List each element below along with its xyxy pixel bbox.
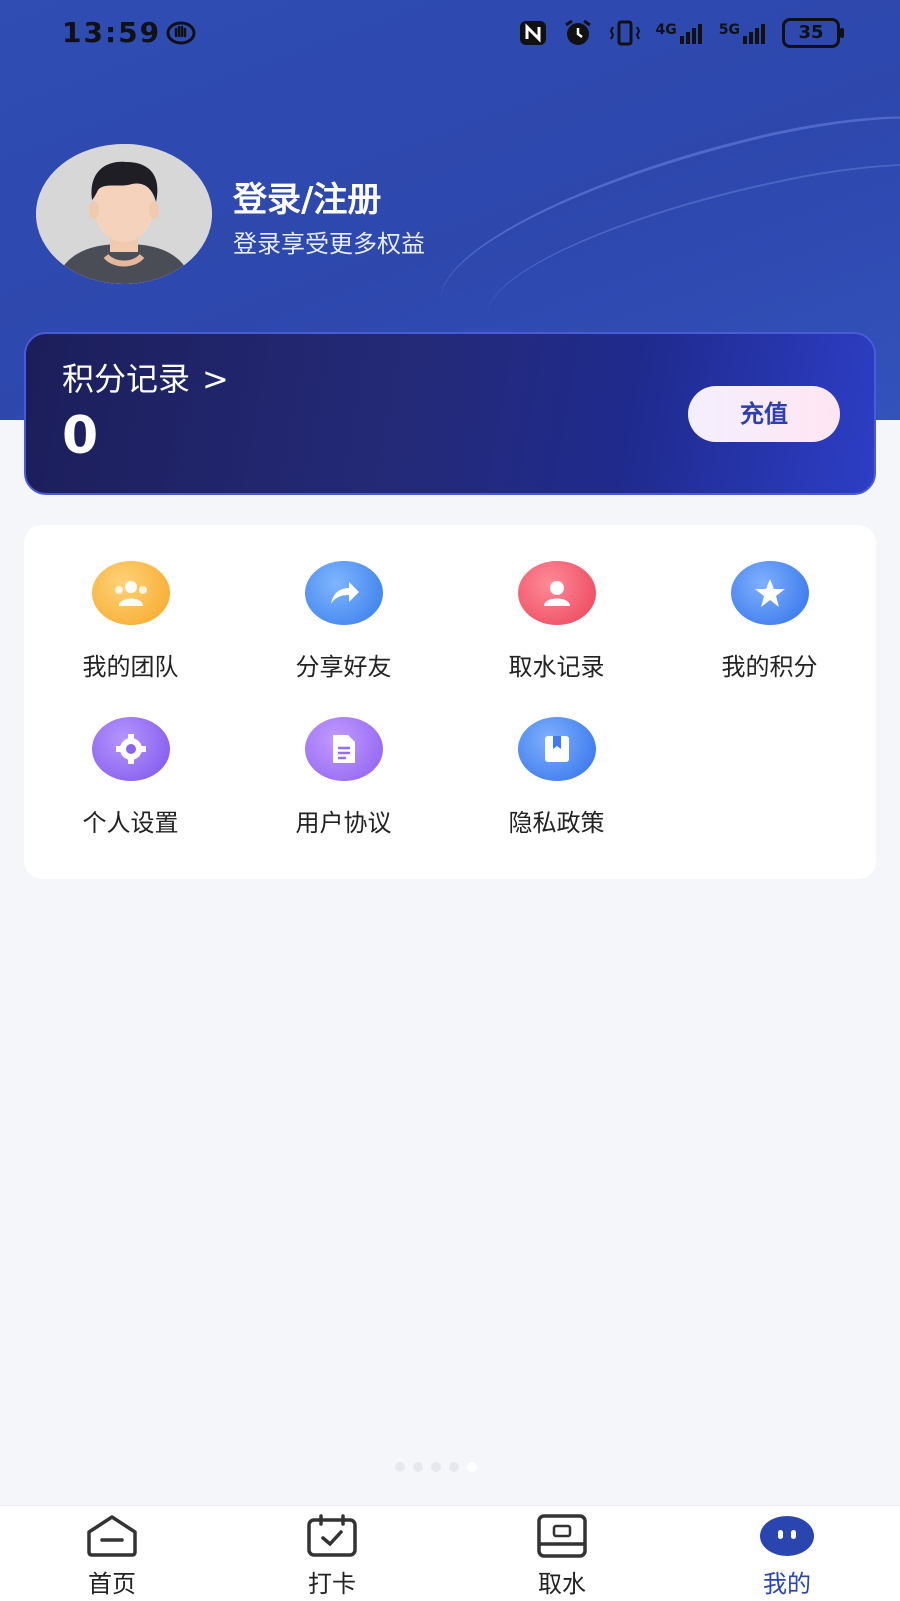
menu-item-label: 个人设置 [82, 809, 179, 837]
login-subtitle: 登录享受更多权益 [233, 230, 425, 258]
document-icon [304, 717, 383, 781]
page-indicator [395, 1462, 477, 1472]
page-dot [431, 1462, 441, 1472]
points-record-label: 积分记录 [62, 360, 191, 398]
tab-label: 我的 [763, 1570, 811, 1598]
team-icon [91, 561, 170, 625]
points-record-link[interactable]: 积分记录 > [62, 354, 229, 400]
water-record-icon [517, 561, 596, 625]
chevron-right-icon: > [202, 360, 229, 398]
avatar-person-icon [36, 144, 212, 284]
status-time: 13:59 [62, 16, 162, 49]
alarm-icon [564, 19, 591, 45]
menu-item-privacy-policy[interactable]: 隐私政策 [450, 681, 663, 837]
menu-item-my-points[interactable]: 我的积分 [663, 525, 876, 681]
home-icon [87, 1515, 137, 1557]
menu-item-share-friends[interactable]: 分享好友 [237, 525, 450, 681]
menu-item-label: 我的团队 [82, 653, 179, 681]
bottom-tab-bar: 首页 打卡 取水 我的 [0, 1505, 900, 1601]
gesture-hand-icon [166, 21, 196, 45]
menu-item-user-agreement[interactable]: 用户协议 [237, 681, 450, 837]
tab-checkin[interactable]: 打卡 [272, 1514, 392, 1599]
tab-label: 取水 [538, 1570, 586, 1598]
points-value: 0 [62, 406, 99, 466]
avatar[interactable] [36, 144, 212, 284]
signal-bars-icon [743, 24, 765, 44]
network-4g-signal: 4G [656, 22, 705, 44]
vibrate-icon [609, 20, 640, 46]
menu-grid: 我的团队 分享好友 取水记录 我的积分 个人设置 用户协议 隐私政策 [24, 525, 876, 879]
menu-item-label: 我的积分 [721, 653, 818, 681]
battery-indicator: 35 [782, 18, 844, 48]
page-dot [413, 1462, 423, 1472]
signal-bars-icon [679, 24, 702, 44]
login-register-link[interactable]: 登录/注册 [233, 172, 381, 221]
menu-item-label: 分享好友 [295, 653, 392, 681]
menu-item-my-team[interactable]: 我的团队 [24, 525, 237, 681]
network-5g-signal: 5G [719, 22, 768, 44]
nfc-icon [519, 21, 546, 45]
calendar-check-icon [307, 1514, 357, 1557]
tab-label: 首页 [88, 1570, 136, 1598]
water-machine-icon [537, 1514, 587, 1558]
bookmark-book-icon [517, 717, 596, 781]
star-icon [730, 561, 809, 625]
menu-item-personal-settings[interactable]: 个人设置 [24, 681, 237, 837]
page-dot [395, 1462, 405, 1472]
menu-item-label: 取水记录 [508, 653, 605, 681]
page-dot [449, 1462, 459, 1472]
menu-item-label: 用户协议 [295, 809, 392, 837]
menu-item-label: 隐私政策 [508, 809, 605, 837]
page-dot-active [467, 1462, 477, 1472]
tab-mine[interactable]: 我的 [727, 1514, 847, 1599]
network-5g-label: 5G [718, 22, 740, 38]
points-card: 积分记录 > 0 充值 [24, 332, 876, 495]
network-4g-label: 4G [655, 22, 677, 38]
tab-label: 打卡 [308, 1570, 356, 1598]
profile-face-icon [760, 1516, 814, 1556]
recharge-button[interactable]: 充值 [688, 386, 840, 442]
tab-home[interactable]: 首页 [52, 1514, 172, 1599]
menu-item-water-record[interactable]: 取水记录 [450, 525, 663, 681]
status-bar: 13:59 4G 5G 35 [0, 0, 900, 70]
tab-get-water[interactable]: 取水 [502, 1514, 622, 1599]
gear-icon [91, 717, 170, 781]
share-icon [304, 561, 383, 625]
